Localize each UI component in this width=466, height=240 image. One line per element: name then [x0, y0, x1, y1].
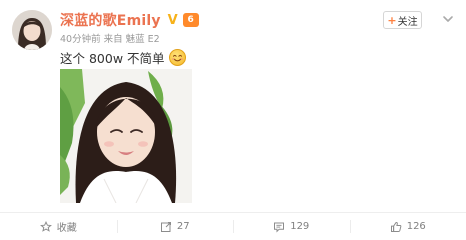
smiling-face-icon — [168, 48, 186, 66]
username-link[interactable]: 深蓝的歌Emily — [60, 10, 161, 30]
follow-button[interactable]: + 关注 — [383, 11, 422, 29]
avatar[interactable] — [12, 10, 52, 50]
comment-count: 129 — [290, 221, 310, 232]
repost-button[interactable]: 27 — [116, 213, 234, 240]
post-photo[interactable] — [60, 69, 192, 203]
follow-label: 关注 — [397, 16, 418, 28]
comment-icon — [274, 222, 285, 232]
source-prefix: 来自 — [103, 34, 123, 45]
post-content: 这个 800w 不简单 — [60, 48, 186, 66]
repost-count: 27 — [176, 221, 190, 232]
favorite-label: 收藏 — [56, 223, 77, 234]
plus-icon: + — [387, 13, 397, 27]
author-row: 深蓝的歌Emily V 6 — [60, 11, 199, 29]
comment-button[interactable]: 129 — [233, 213, 350, 240]
post-time[interactable]: 40分钟前 — [60, 31, 101, 45]
chevron-down-icon[interactable] — [441, 13, 455, 25]
post-source[interactable]: 魅蓝 E2 — [126, 31, 160, 45]
like-count: 126 — [406, 221, 426, 232]
repost-icon — [160, 221, 171, 232]
medal-icon[interactable]: 6 — [182, 13, 199, 27]
thumbs-up-icon — [390, 221, 402, 232]
action-bar: 收藏 27 129 126 — [0, 213, 466, 240]
vip-badge-icon[interactable]: V — [166, 13, 180, 28]
favorite-button[interactable]: 收藏 — [0, 213, 117, 240]
star-icon — [39, 220, 52, 232]
post-meta: 40分钟前 来自 魅蓝 E2 — [60, 31, 160, 45]
post-text: 这个 800w 不简单 — [60, 50, 165, 66]
like-button[interactable]: 126 — [349, 213, 466, 240]
weibo-post-card: 深蓝的歌Emily V 6 40分钟前 来自 魅蓝 E2 + 关注 这个 800… — [0, 0, 466, 240]
